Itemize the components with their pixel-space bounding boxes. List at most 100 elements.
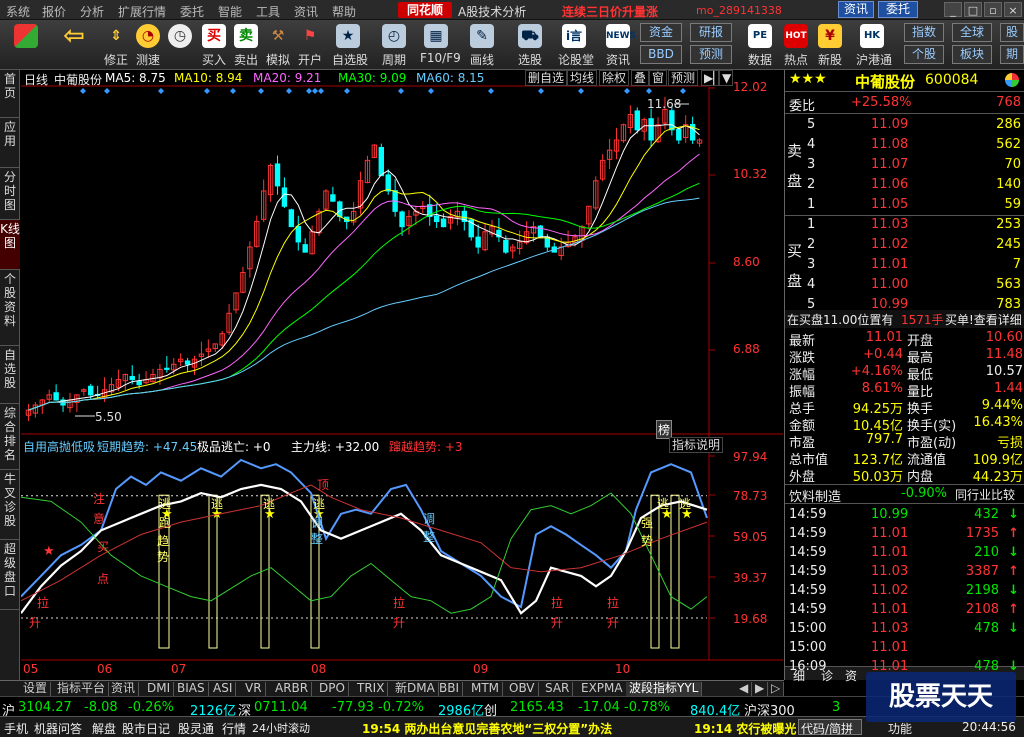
sidebar-item-kline[interactable]: K线图 <box>0 220 20 270</box>
sell-row[interactable]: 4 11.08 562 <box>785 136 1024 156</box>
code-search-input[interactable]: 代码/简拼 <box>798 719 862 736</box>
chart-area[interactable]: ★ ★ ★ ★ ★ ★ ★ 日线 中葡股份 MA5: 8.75 MA10: 8.94 MA2… <box>21 70 783 680</box>
global-button[interactable]: 全球 <box>952 23 992 42</box>
sell-button[interactable]: 卖卖出 <box>230 22 262 68</box>
buy-row[interactable]: 2 11.02 245 <box>785 236 1024 256</box>
funds-button[interactable]: 资金 <box>640 23 682 42</box>
menu-system[interactable]: 系统 <box>6 3 30 20</box>
back-button[interactable]: ⇦ <box>58 22 90 68</box>
gulingtong-link[interactable]: 股灵通 <box>178 720 214 737</box>
forum-button[interactable]: i言 论股堂 <box>558 22 594 68</box>
kline-chart-canvas[interactable]: ★★ ★ ★ ★ ★ ★ <box>21 70 783 680</box>
menu-extended-quote[interactable]: 扩展行情 <box>118 3 166 20</box>
expand-icon[interactable]: ▷ <box>768 682 785 696</box>
buy-row[interactable]: 5 10.99 783 <box>785 296 1024 316</box>
stock-button[interactable]: 股 <box>1000 23 1024 42</box>
indicator-tab[interactable]: ASI <box>210 682 237 696</box>
menu-smart[interactable]: 智能 <box>218 3 242 20</box>
mobile-link[interactable]: 手机 <box>4 720 28 737</box>
indicator-tab[interactable]: BBI <box>436 682 464 696</box>
indicator-tab[interactable]: 设置 <box>20 682 52 696</box>
sidebar-item-timeshare[interactable]: 分时图 <box>0 168 20 220</box>
maximize-icon[interactable]: □ <box>964 2 982 17</box>
forward-icon[interactable]: ▶▏ <box>701 70 722 86</box>
sidebar-item-ranking[interactable]: 综合排名 <box>0 404 20 470</box>
indicator-tab[interactable]: EXPMA <box>578 682 627 696</box>
indicator-tab[interactable]: ARBR <box>272 682 313 696</box>
indicator-tab[interactable]: 新DMA <box>392 682 439 696</box>
f10-button[interactable]: ▦ F10/F9 <box>420 22 461 68</box>
forecast-button[interactable]: 预测 <box>690 45 732 64</box>
simulate-button[interactable]: ⚒ 模拟 <box>262 22 294 68</box>
sell-row[interactable]: 2 11.06 140 <box>785 176 1024 196</box>
indicator-name[interactable]: 自用高抛低吸 <box>23 438 95 455</box>
sidebar-item-apps[interactable]: 应用 <box>0 118 20 168</box>
trade-button[interactable]: 委托 <box>878 1 918 18</box>
sidebar-item-watchlist[interactable]: 自选股 <box>0 346 20 404</box>
futures-button[interactable]: 期 <box>1000 45 1024 64</box>
remove-watchlist-button[interactable]: 删自选 <box>525 70 568 86</box>
rolling-news-link[interactable]: 24小时滚动 <box>252 720 310 736</box>
news-tool-button[interactable]: NEWS 资讯 <box>602 22 636 68</box>
sector-button[interactable]: 板块 <box>952 45 992 64</box>
news-button[interactable]: 资讯 <box>838 1 874 18</box>
buy-row[interactable]: 4 11.00 563 <box>785 276 1024 296</box>
speed-button[interactable]: ◷ <box>164 22 196 68</box>
buy-row[interactable]: 1 11.03 253 <box>785 216 1024 236</box>
indicator-tab[interactable]: 指标平台 <box>54 682 110 696</box>
indicator-tab[interactable]: 资讯 <box>108 682 140 696</box>
qa-link[interactable]: 机器问答 <box>34 720 82 737</box>
hot-button[interactable]: HOT 热点 <box>780 22 812 68</box>
news-ticker-1[interactable]: 19:54 两办出台意见完善农地“三权分置”办法 <box>362 720 612 737</box>
indicator-tab[interactable]: 波段指标YYL <box>626 682 703 696</box>
sidebar-item-profile[interactable]: 个股资料 <box>0 270 20 346</box>
buy-button[interactable]: 买买入 <box>198 22 230 68</box>
indicator-tab[interactable]: TRIX <box>354 682 389 696</box>
ipo-button[interactable]: ¥ 新股 <box>814 22 846 68</box>
dropdown-icon[interactable]: ▼ <box>719 70 733 86</box>
menu-news[interactable]: 资讯 <box>294 3 318 20</box>
indicator-explain-button[interactable]: 指标说明 <box>669 437 724 453</box>
pie-icon[interactable] <box>1005 73 1019 87</box>
sidebar-item-super-pankou[interactable]: 超级盘口 <box>0 540 20 610</box>
sidebar-item-diagnosis[interactable]: 牛叉诊股 <box>0 470 20 540</box>
bbd-button[interactable]: BBD <box>640 45 682 64</box>
indicator-tab[interactable]: VR <box>242 682 266 696</box>
function-menu[interactable]: 功能 <box>888 720 912 737</box>
menu-trade[interactable]: 委托 <box>180 3 204 20</box>
period-button[interactable]: ◴ 周期 <box>378 22 410 68</box>
stock-picker-button[interactable]: ⛟ 选股 <box>514 22 546 68</box>
sell-row[interactable]: 3 11.07 70 <box>785 156 1024 176</box>
buy-row[interactable]: 3 11.01 7 <box>785 256 1024 276</box>
marquee-text[interactable]: 连续三日价升量涨 <box>562 3 658 20</box>
analysis-link[interactable]: 解盘 <box>92 720 116 737</box>
indicator-tab[interactable]: DMI <box>144 682 175 696</box>
indicator-tab[interactable]: BIAS <box>174 682 209 696</box>
index-button[interactable]: 指数 <box>904 23 944 42</box>
layout-button[interactable] <box>10 22 42 68</box>
menu-analysis[interactable]: 分析 <box>80 3 104 20</box>
indicator-tab[interactable]: DPO <box>316 682 349 696</box>
watchlist-button[interactable]: ★ 自选股 <box>332 22 368 68</box>
minimize-icon[interactable]: _ <box>944 2 962 17</box>
data-button[interactable]: PE 数据 <box>744 22 776 68</box>
quote-link[interactable]: 行情 <box>222 720 246 737</box>
indicator-tab[interactable]: MTM <box>468 682 504 696</box>
ma-button[interactable]: 均线 <box>567 70 598 86</box>
correct-button[interactable]: ⇕ 修正 <box>100 22 132 68</box>
open-account-button[interactable]: ⚑ 开户 <box>294 22 326 68</box>
indicator-tab[interactable]: OBV <box>506 682 539 696</box>
window-button[interactable]: 窗 <box>649 70 668 86</box>
menu-quote[interactable]: 报价 <box>42 3 66 20</box>
menu-tools[interactable]: 工具 <box>256 3 280 20</box>
industry-compare-link[interactable]: 同行业比较 <box>955 486 1015 503</box>
diary-link[interactable]: 股市日记 <box>122 720 170 737</box>
news-ticker-2[interactable]: 19:14 农行被曝光 <box>694 720 796 737</box>
draw-line-button[interactable]: ✎ 画线 <box>466 22 498 68</box>
forecast-chart-button[interactable]: 预测 <box>668 70 699 86</box>
speed-test-button[interactable]: ◔ 测速 <box>132 22 164 68</box>
scroll-right-icon[interactable]: ▶ <box>752 682 769 696</box>
ex-rights-button[interactable]: 除权 <box>599 70 630 86</box>
single-stock-button[interactable]: 个股 <box>904 45 944 64</box>
sidebar-item-home[interactable]: 首页 <box>0 70 20 118</box>
